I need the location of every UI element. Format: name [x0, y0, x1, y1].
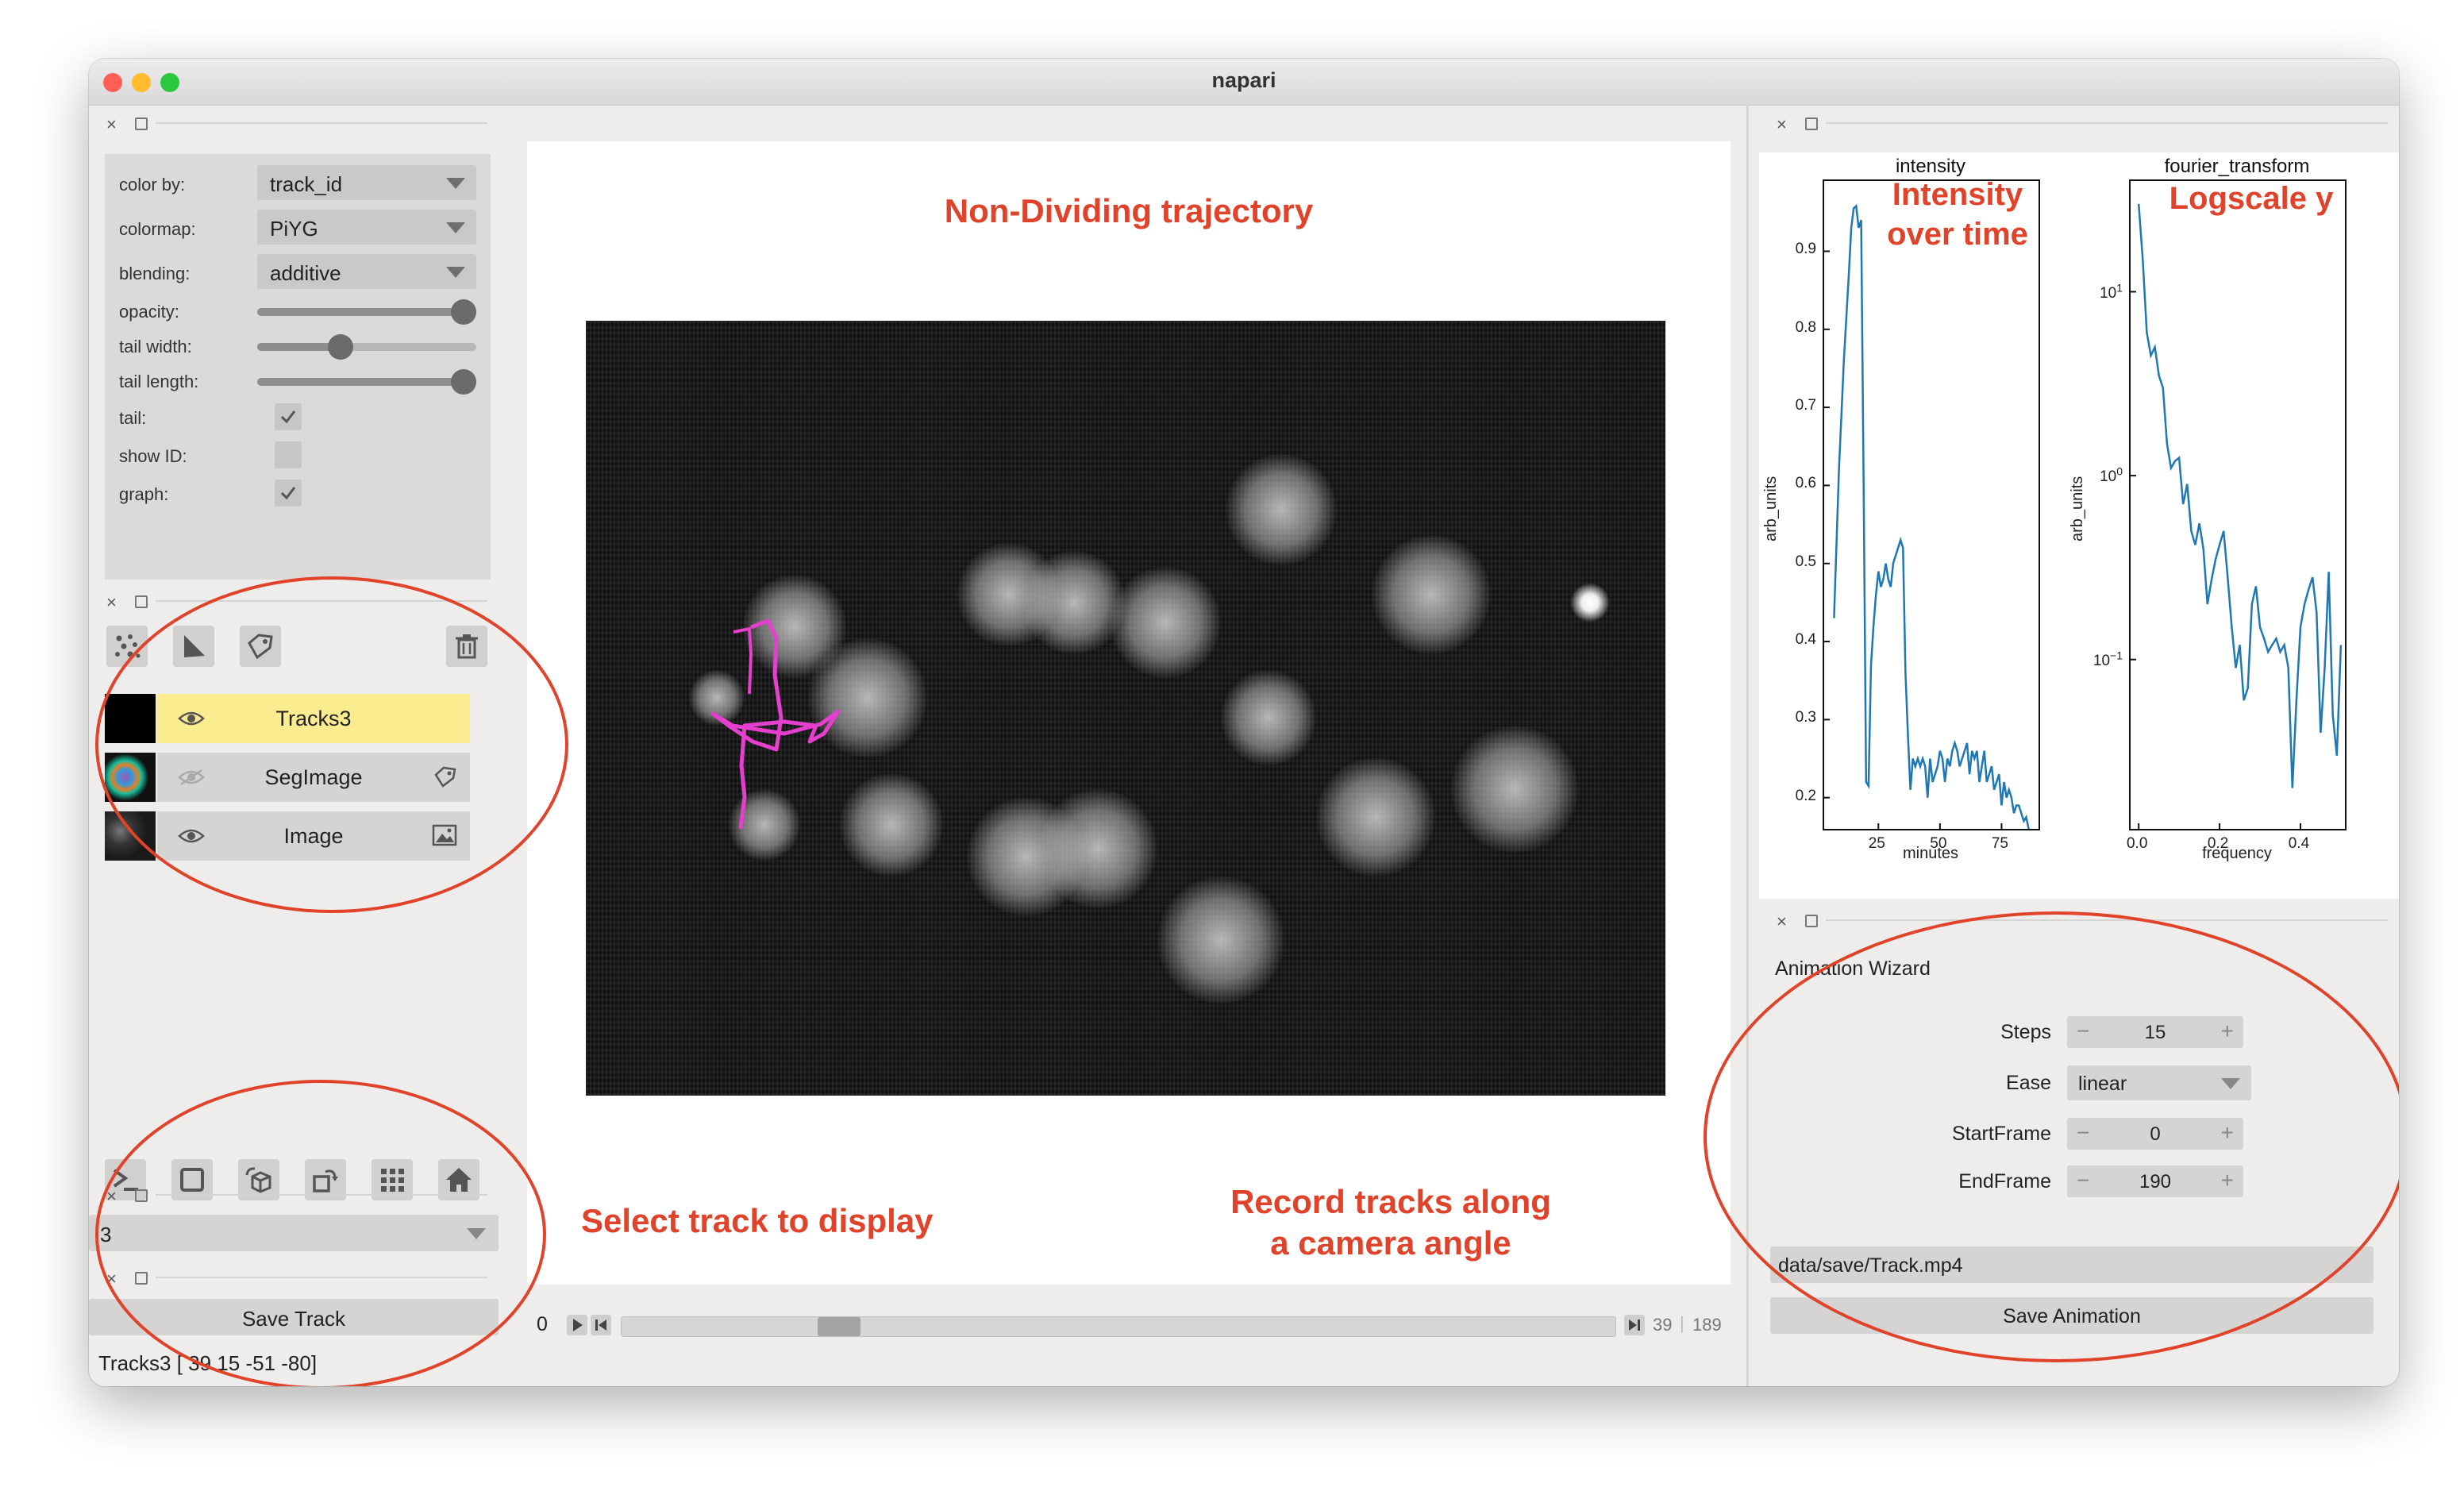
tail-length-label: tail length:: [119, 372, 199, 391]
annotation-record-line1: Record tracks along: [1230, 1183, 1551, 1220]
tail-checkbox[interactable]: [275, 403, 302, 430]
intensity-xlabel: minutes: [1902, 845, 1959, 862]
y-tick-label: 0.7: [1795, 397, 1816, 414]
skip-back-icon: [595, 1320, 606, 1331]
blending-value: additive: [270, 261, 341, 285]
y-tick-label: 100: [2100, 465, 2123, 486]
annotation-logscale: Logscale y: [2169, 181, 2334, 216]
highlight-ellipse-track-tools: [95, 1080, 546, 1386]
annotation-top: Non-Dividing trajectory: [944, 192, 1314, 229]
fourier-chart: [2131, 203, 2343, 829]
y-tick-label: 0.6: [1795, 475, 1816, 492]
highlight-ellipse-layers: [95, 576, 568, 913]
frame-slider-handle[interactable]: [817, 1317, 860, 1336]
step-forward-button[interactable]: [1624, 1315, 1645, 1335]
graph-label: graph:: [119, 484, 169, 504]
opacity-slider-fill: [257, 308, 476, 316]
microscopy-image[interactable]: [586, 321, 1665, 1096]
annotation-intensity-line2: over time: [1887, 217, 2028, 252]
show-id-label: show ID:: [119, 446, 187, 466]
max-frame: 189: [1692, 1315, 1722, 1335]
tail-label: tail:: [119, 408, 147, 428]
series-line: [2137, 203, 2343, 788]
annotation-record-line2: a camera angle: [1270, 1224, 1511, 1262]
napari-window: napari × color by: track_id colormap: Pi…: [89, 59, 2399, 1386]
close-dock-icon[interactable]: ×: [106, 114, 117, 135]
annotation-select-track: Select track to display: [581, 1202, 934, 1239]
color-by-dropdown[interactable]: track_id: [257, 165, 476, 200]
layer-controls-panel: color by: track_id colormap: PiYG blendi…: [105, 154, 491, 580]
dims-slider-bar: 0 39 | 189: [527, 1285, 1731, 1364]
y-tick-label: 0.9: [1795, 241, 1816, 258]
fourier-xlabel: frequency: [2202, 845, 2272, 862]
y-tick-label: 101: [2100, 281, 2123, 302]
fourier-ylabel: arb_units: [2069, 476, 2086, 541]
float-dock-icon[interactable]: [135, 118, 148, 130]
y-tick-label: 0.5: [1795, 553, 1816, 570]
y-tick-label: 0.2: [1795, 787, 1816, 804]
y-tick-label: 0.8: [1795, 318, 1816, 336]
checkmark-icon: [280, 487, 296, 500]
float-dock-icon[interactable]: [135, 595, 148, 608]
track-trajectory: [710, 618, 841, 830]
float-dock-icon[interactable]: [1805, 118, 1818, 130]
annotation-intensity: Intensity over time: [1878, 175, 2037, 254]
axis-label: 0: [537, 1313, 548, 1335]
checkmark-icon: [280, 410, 296, 424]
y-tick-label: 10−1: [2092, 649, 2123, 670]
blending-label: blending:: [119, 264, 191, 283]
y-tick-label: 0.3: [1795, 709, 1816, 726]
intensity-plot-box: [1823, 179, 2040, 830]
tail-length-slider[interactable]: [257, 369, 476, 395]
colormap-value: PiYG: [270, 217, 318, 241]
y-tick-label: 0.4: [1795, 631, 1816, 649]
fourier-plot-box: [2129, 179, 2347, 830]
opacity-slider[interactable]: [257, 299, 476, 325]
intensity-ylabel: arb_units: [1762, 476, 1780, 541]
tail-length-slider-fill: [257, 378, 476, 386]
chevron-down-icon: [446, 178, 465, 189]
tail-width-label: tail width:: [119, 337, 192, 356]
tail-width-slider[interactable]: [257, 334, 476, 360]
colormap-label: colormap:: [119, 219, 196, 239]
highlight-ellipse-animation: [1704, 911, 2399, 1362]
opacity-slider-handle[interactable]: [451, 299, 476, 325]
color-by-value: track_id: [270, 172, 343, 196]
tail-width-slider-handle[interactable]: [327, 334, 353, 360]
color-by-label: color by:: [119, 175, 186, 195]
skip-forward-icon: [1629, 1320, 1640, 1331]
chevron-down-icon: [446, 222, 465, 233]
opacity-label: opacity:: [119, 302, 179, 322]
title-bar: napari: [89, 59, 2399, 106]
layer-controls-dock-header: ×: [106, 114, 487, 138]
frame-slider-track[interactable]: [621, 1316, 1616, 1337]
play-icon: [573, 1319, 583, 1331]
play-button[interactable]: [567, 1315, 587, 1335]
close-dock-icon[interactable]: ×: [106, 592, 117, 613]
show-id-checkbox[interactable]: [275, 441, 302, 468]
series-line: [1833, 203, 2030, 830]
step-back-button[interactable]: [591, 1315, 611, 1335]
close-dock-icon[interactable]: ×: [1777, 114, 1787, 135]
chevron-down-icon: [446, 267, 465, 278]
colormap-dropdown[interactable]: PiYG: [257, 210, 476, 245]
tail-length-slider-handle[interactable]: [451, 369, 476, 395]
current-frame: 39: [1653, 1315, 1673, 1335]
plots-dock-header: ×: [1777, 114, 2388, 138]
annotation-intensity-line1: Intensity: [1892, 177, 2023, 212]
plots-panel: intensity 0.2 0.3 0.4 0.5 0.6 0.7 0.8 0.9 25 50 7…: [1759, 152, 2399, 899]
fourier-plot-title: fourier_transform: [2164, 156, 2310, 177]
frame-separator-icon: |: [1680, 1313, 1684, 1333]
intensity-chart: [1824, 203, 2030, 830]
graph-checkbox[interactable]: [275, 480, 302, 507]
window-title: napari: [1211, 68, 1276, 92]
annotation-record-tracks: Record tracks along a camera angle: [1168, 1181, 1613, 1264]
blending-dropdown[interactable]: additive: [257, 254, 476, 289]
